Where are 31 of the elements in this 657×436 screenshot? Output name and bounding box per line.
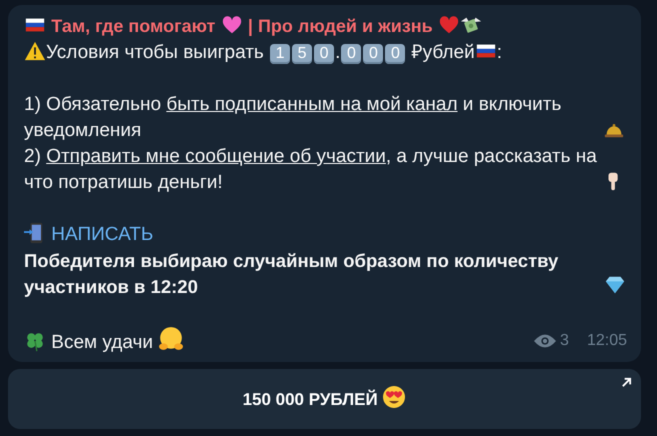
keycap: 0 (385, 44, 406, 64)
eye-icon (534, 333, 556, 349)
rule-text: 2) Отправить мне сообщение об участии, а лучше рассказать на что потратишь деньги! (24, 145, 598, 195)
keycap: 5 (292, 44, 312, 64)
winner-text: Победителя выбираю случайным образом по количеству участников в 12:20 (24, 249, 560, 299)
wish-text: Всем удачи (51, 332, 153, 353)
heading-text: ₽ублей (412, 42, 475, 63)
write-link[interactable]: НАПИСАТЬ (51, 224, 154, 245)
heart-icon (438, 14, 460, 36)
heart-eyes-face-icon (382, 385, 406, 410)
keycap: 0 (341, 44, 362, 64)
inline-button[interactable]: 150 000 РУБЛЕЙ (8, 369, 641, 429)
dot-text: . (335, 42, 340, 63)
text-link[interactable]: быть подписанным на мой канал (166, 94, 458, 115)
keycap: 0 (363, 44, 384, 64)
heart-icon (220, 14, 243, 36)
hugging-face-icon (158, 326, 184, 352)
diamond-icon (604, 274, 626, 296)
colon-text: : (496, 42, 502, 63)
clover-icon (24, 330, 46, 352)
warning-icon (24, 40, 46, 62)
channel-title[interactable]: Там, где помогают (51, 16, 216, 36)
keycap: 1 (270, 44, 290, 64)
text-link[interactable]: Отправить мне сообщение об участии (46, 146, 386, 167)
channel-title[interactable]: | Про людей и жизнь (248, 16, 433, 36)
keycap: 0 (314, 44, 334, 64)
rule-text: 1) Обязательно быть подписанным на мой канал и включить уведомления (24, 93, 562, 143)
message-time: 12:05 (586, 331, 627, 351)
external-arrow-icon (621, 377, 632, 388)
view-count: 3 (560, 331, 569, 351)
heading-text: Условия чтобы выиграть (46, 42, 264, 63)
